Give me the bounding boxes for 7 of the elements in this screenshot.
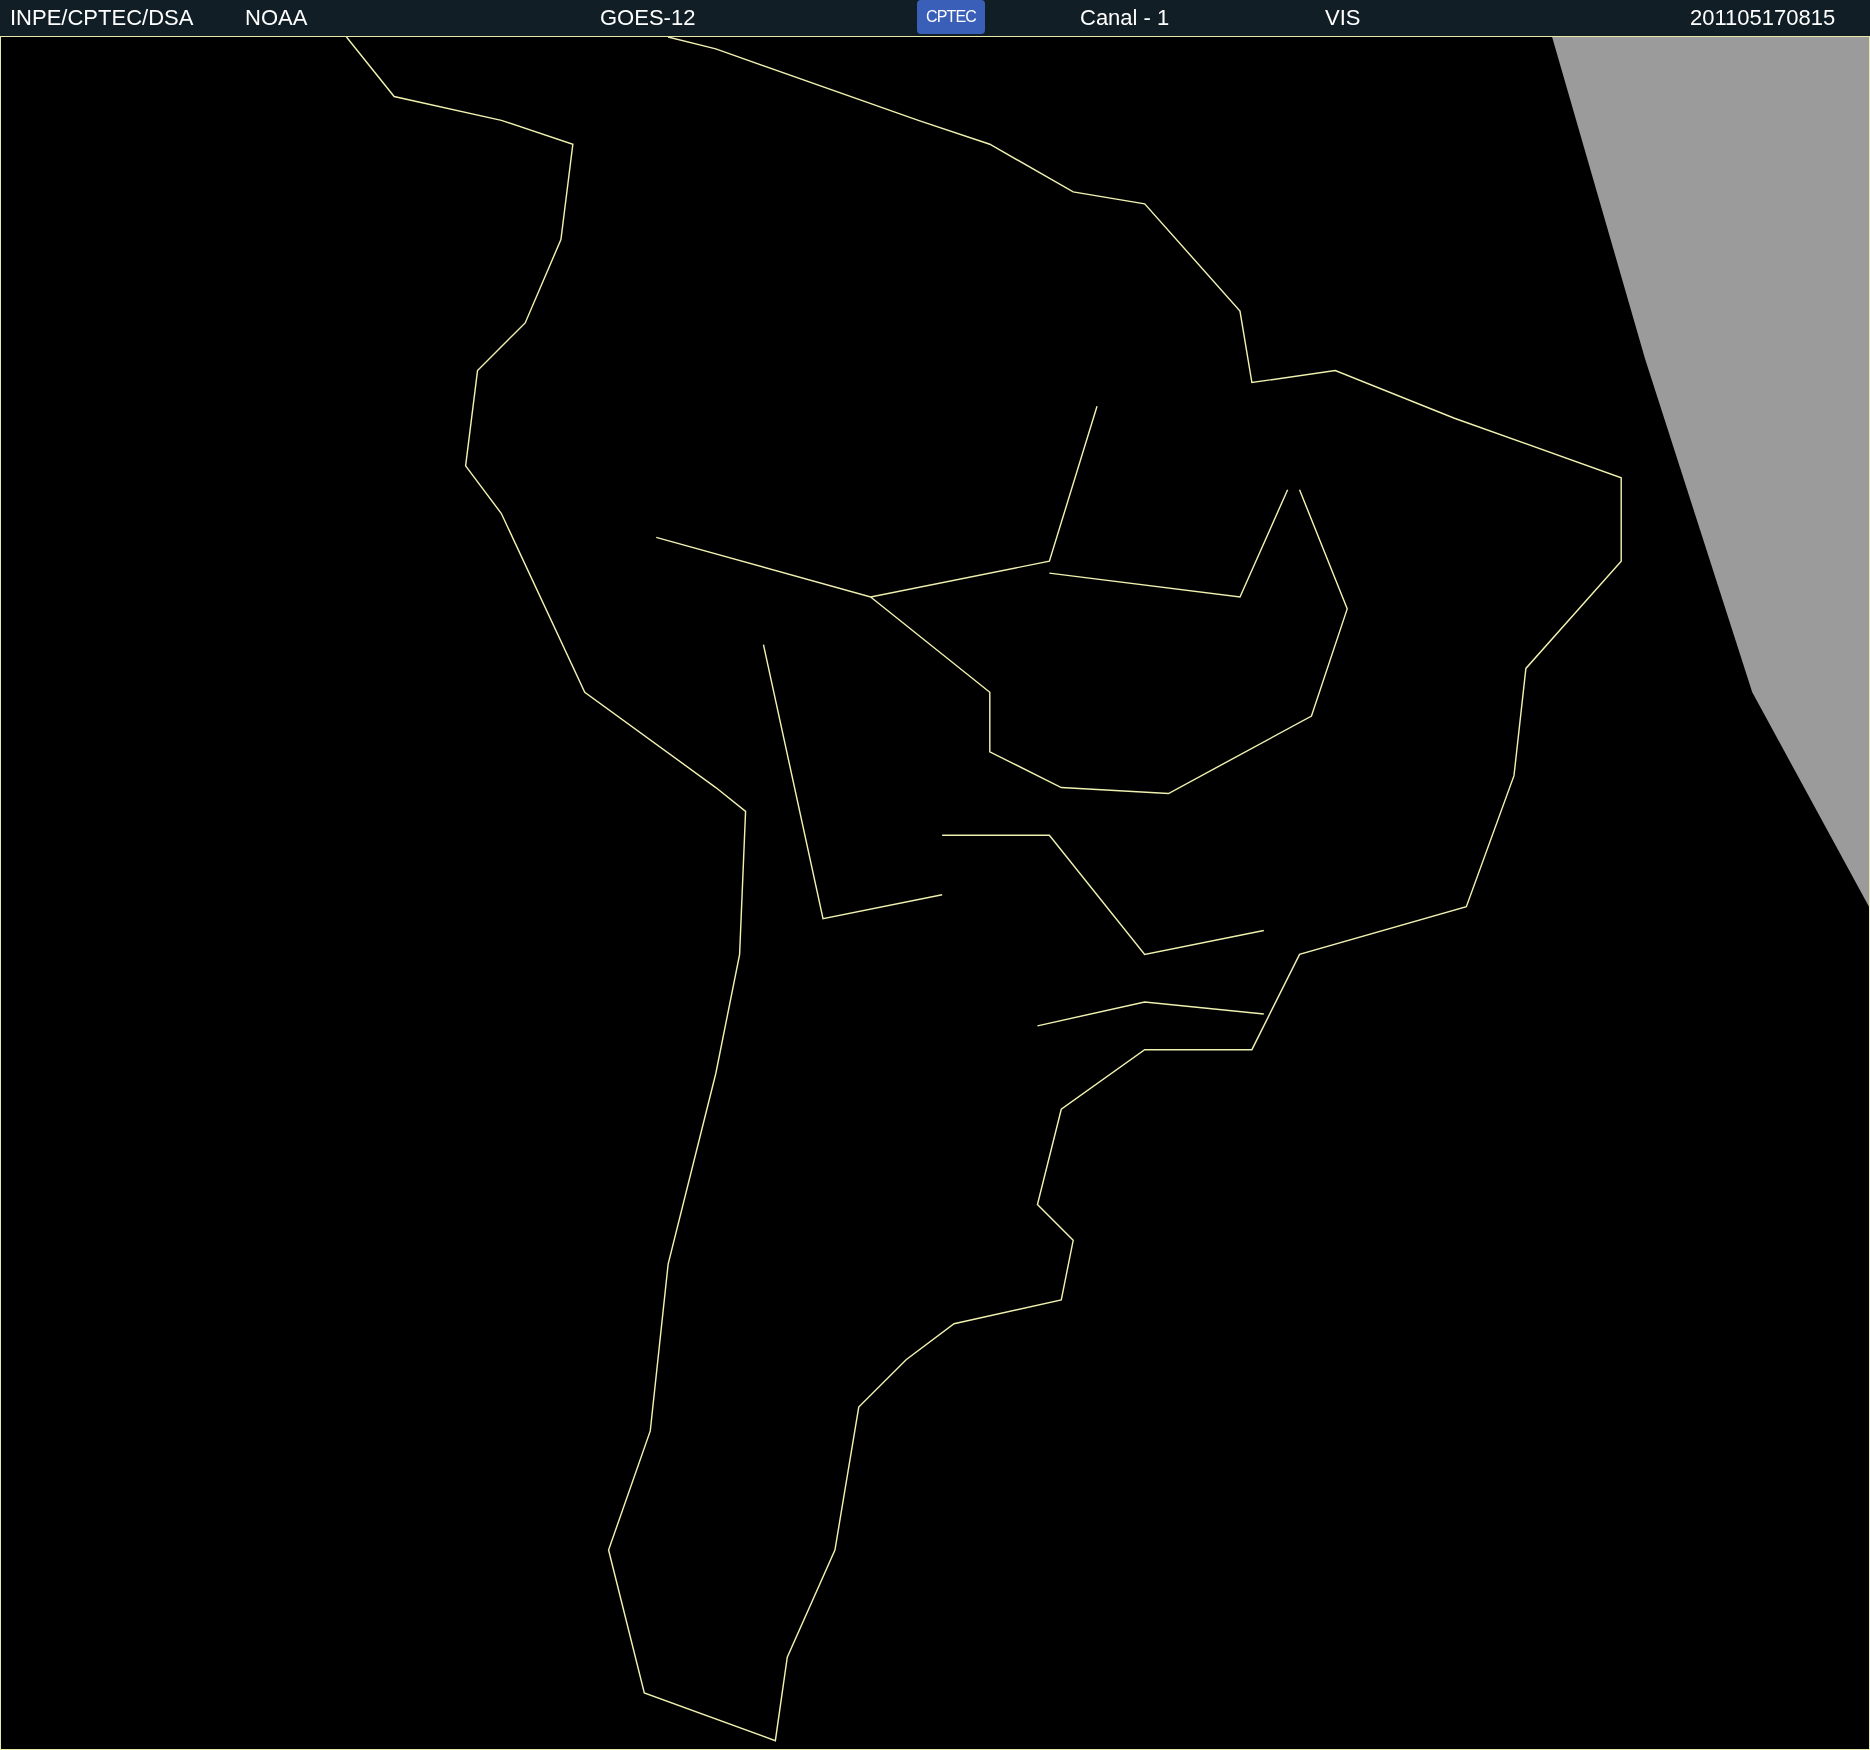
header-label: Canal - 1 bbox=[1080, 4, 1170, 32]
header-label: VIS bbox=[1325, 4, 1361, 32]
header-label: 201105170815 bbox=[1690, 4, 1836, 32]
header-label: GOES-12 bbox=[600, 4, 696, 32]
logo: CPTEC bbox=[917, 0, 985, 34]
header-label: NOAA bbox=[245, 4, 308, 32]
header-label: INPE/CPTEC/DSA bbox=[10, 4, 194, 32]
